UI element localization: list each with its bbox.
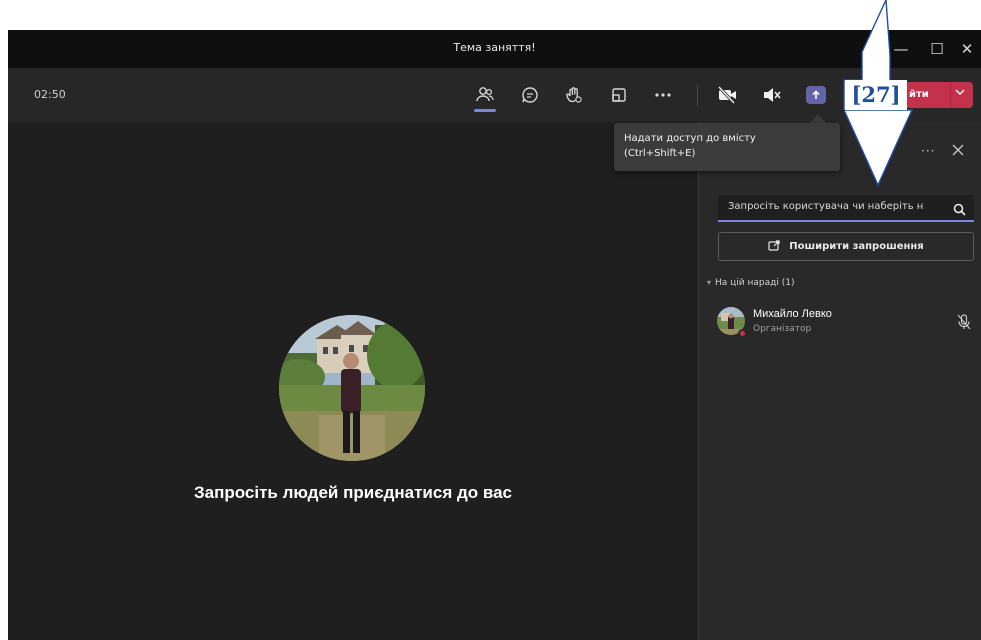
participant-role: Організатор [753,324,812,334]
chevron-down-icon[interactable] [955,88,965,99]
meeting-toolbar: 02:50 йти [8,68,981,122]
avatar-photo [279,315,425,461]
raise-hand-button[interactable] [560,82,588,108]
people-icon [475,86,495,104]
annotation-label: [27] [845,80,907,110]
share-tooltip: Надати доступ до вмісту (Ctrl+Shift+E) [614,123,840,171]
camera-toggle-button[interactable] [714,82,742,108]
panel-more-button[interactable]: ··· [921,144,935,158]
panel-close-button[interactable] [952,142,964,160]
share-invite-button[interactable]: Поширити запрошення [718,232,974,261]
meeting-timer: 02:50 [34,88,66,101]
toolbar-divider [697,84,698,106]
leave-separator [950,82,951,108]
meeting-stage: Запросіть людей приєднатися до вас [8,122,698,640]
speaker-muted-icon [762,86,782,104]
teams-meeting-window: Тема заняття! — ☐ ✕ 02:50 йти Запросіть … [8,30,981,640]
share-content-button[interactable] [806,86,826,104]
participants-panel: ··· Поширити запрошення ▾На цій нара [698,122,981,640]
page: Тема заняття! — ☐ ✕ 02:50 йти Запросіть … [0,0,981,640]
user-avatar-large [279,315,425,461]
participants-button[interactable] [471,82,499,112]
in-meeting-section-header[interactable]: ▾ На цій нараді (1) [707,278,794,288]
mic-toggle-button[interactable] [758,82,786,108]
more-icon [654,92,672,98]
chat-button[interactable] [516,82,544,108]
leave-label: йти [909,89,929,100]
tooltip-text: Надати доступ до вмісту [624,133,756,144]
chat-icon [521,86,539,104]
breakout-rooms-button[interactable] [605,82,633,108]
maximize-button[interactable]: ☐ [924,36,950,62]
share-invite-label: Поширити запрошення [789,241,924,252]
invite-search-box[interactable] [718,195,974,222]
title-bar: Тема заняття! — ☐ ✕ [8,30,981,68]
close-window-button[interactable]: ✕ [954,36,980,62]
participant-name: Михайло Левко [753,308,832,320]
share-content-icon [810,89,822,101]
presence-status-dot [738,329,747,338]
invite-people-message: Запросіть людей приєднатися до вас [193,483,513,502]
invite-search-input[interactable] [728,201,946,212]
raise-hand-icon [565,86,583,104]
search-icon[interactable] [953,201,966,220]
share-link-icon [768,239,781,254]
more-actions-button[interactable] [649,82,677,108]
close-icon [952,142,964,160]
tooltip-shortcut: (Ctrl+Shift+E) [624,148,696,159]
caret-down-icon: ▾ [707,278,712,287]
mic-off-icon [957,314,971,334]
window-title: Тема заняття! [453,41,536,54]
participant-row[interactable]: Михайло Левко Організатор [717,304,979,340]
section-title: На цій нараді (1) [715,278,795,288]
rooms-icon [611,87,627,103]
active-tab-indicator [474,109,496,112]
camera-off-icon [717,86,739,104]
minimize-button[interactable]: — [888,36,914,62]
